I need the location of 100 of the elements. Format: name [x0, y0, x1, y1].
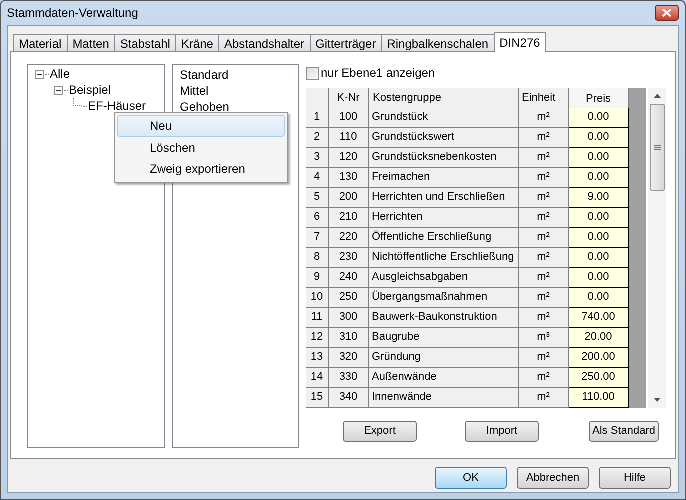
tab[interactable]: Matten	[66, 34, 116, 52]
column-header[interactable]: Kostengruppe	[369, 88, 519, 108]
row-header: 3	[306, 148, 329, 168]
tree-item[interactable]: EF-Häuser	[88, 97, 146, 115]
table-cell: Ausgleichsabgaben	[369, 268, 519, 288]
tab[interactable]: Kräne	[175, 34, 220, 52]
table-cell: m²	[519, 308, 569, 328]
table-cell: 110	[329, 128, 369, 148]
row-header: 15	[306, 388, 329, 408]
table-cell: 300	[329, 308, 369, 328]
list-item[interactable]: Gehoben	[180, 99, 298, 115]
table-cell: Herrichten und Erschließen	[369, 188, 519, 208]
collapse-toggle[interactable]	[35, 70, 44, 78]
table-cell[interactable]: 740.00	[569, 308, 629, 328]
table-button[interactable]: Export	[343, 421, 417, 442]
tree-item[interactable]: Alle	[50, 65, 70, 83]
list-item[interactable]: Standard	[180, 67, 298, 83]
table-cell: m²	[519, 168, 569, 188]
table-cell: Freimachen	[369, 168, 519, 188]
table-cell: Bauwerk-Baukonstruktion	[369, 308, 519, 328]
table-cell: 310	[329, 328, 369, 348]
table-cell: 200	[329, 188, 369, 208]
row-header: 10	[306, 288, 329, 308]
scroll-thumb[interactable]	[650, 104, 664, 191]
table-cell: m²	[519, 208, 569, 228]
row-header: 8	[306, 248, 329, 268]
dialog-button[interactable]: OK	[435, 467, 507, 489]
table-cell: Grundstück	[369, 108, 519, 128]
table-button[interactable]: Import	[465, 421, 539, 442]
table-cell: Öffentliche Erschließung	[369, 228, 519, 248]
table-cell: Baugrube	[369, 328, 519, 348]
tab[interactable]: Abstandshalter	[218, 34, 311, 52]
row-header: 11	[306, 308, 329, 328]
header-cell	[306, 88, 329, 108]
collapse-toggle[interactable]	[54, 86, 63, 94]
tab[interactable]: Stabstahl	[114, 34, 176, 52]
table-cell[interactable]: 0.00	[569, 148, 629, 168]
close-button[interactable]	[655, 5, 679, 21]
table-cell[interactable]: 0.00	[569, 168, 629, 188]
table-cell[interactable]: 9.00	[569, 188, 629, 208]
table-cell: 330	[329, 368, 369, 388]
table-cell: m²	[519, 268, 569, 288]
table-cell: m³	[519, 328, 569, 348]
menu-item[interactable]: Löschen	[117, 136, 285, 158]
table-cell: Übergangsmaßnahmen	[369, 288, 519, 308]
table-cell[interactable]: 110.00	[569, 388, 629, 408]
table-cell: 240	[329, 268, 369, 288]
row-header: 6	[306, 208, 329, 228]
table-cell: Grundstückswert	[369, 128, 519, 148]
table-cell: 220	[329, 228, 369, 248]
table-cell: 130	[329, 168, 369, 188]
table-cell: 230	[329, 248, 369, 268]
row-header: 7	[306, 228, 329, 248]
row-header: 4	[306, 168, 329, 188]
table-cell: Außenwände	[369, 368, 519, 388]
table-cell[interactable]: 0.00	[569, 108, 629, 128]
window-title: Stammdaten-Verwaltung	[7, 5, 138, 22]
table-cell: m²	[519, 248, 569, 268]
table-cell: 100	[329, 108, 369, 128]
menu-item[interactable]: Zweig exportieren	[117, 158, 285, 180]
tree-item[interactable]: Beispiel	[69, 81, 112, 99]
table-cell: 250	[329, 288, 369, 308]
row-header: 12	[306, 328, 329, 348]
table-cell[interactable]: 0.00	[569, 128, 629, 148]
scroll-down-icon[interactable]	[654, 398, 660, 402]
column-header[interactable]: Einheit	[519, 88, 569, 108]
table-cell: m²	[519, 348, 569, 368]
row-header: 2	[306, 128, 329, 148]
table-cell[interactable]: 200.00	[569, 348, 629, 368]
tab[interactable]: Material	[13, 34, 68, 52]
table-cell[interactable]: 20.00	[569, 328, 629, 348]
table-cell[interactable]: 0.00	[569, 248, 629, 268]
scroll-up-icon[interactable]	[654, 94, 660, 98]
tab[interactable]: Ringbalkenschalen	[381, 34, 495, 52]
column-header[interactable]: Preis	[569, 88, 629, 108]
table-cell: m²	[519, 228, 569, 248]
table-cell[interactable]: 0.00	[569, 228, 629, 248]
table-cell: 320	[329, 348, 369, 368]
tab[interactable]: Gitterträger	[310, 34, 382, 52]
tree-connector	[73, 98, 82, 106]
table-cell[interactable]: 0.00	[569, 208, 629, 228]
row-header: 1	[306, 108, 329, 128]
grip-icon	[654, 145, 660, 150]
column-header[interactable]: K-Nr	[329, 88, 369, 108]
table-cell: Grundstücksnebenkosten	[369, 148, 519, 168]
table-cell: m²	[519, 108, 569, 128]
table-cell[interactable]: 0.00	[569, 288, 629, 308]
table-cell: Gründung	[369, 348, 519, 368]
tab[interactable]: DIN276	[494, 32, 546, 52]
dialog-button[interactable]: Abbrechen	[517, 467, 589, 489]
menu-item[interactable]: Neu	[117, 115, 285, 137]
list-item[interactable]: Mittel	[180, 83, 298, 99]
table-cell[interactable]: 250.00	[569, 368, 629, 388]
table-cell[interactable]: 0.00	[569, 268, 629, 288]
dialog-button[interactable]: Hilfe	[599, 467, 671, 489]
scrollbar[interactable]	[648, 88, 666, 408]
table-cell: m²	[519, 388, 569, 408]
close-icon	[662, 9, 672, 17]
table-button[interactable]: Als Standard	[589, 421, 659, 442]
checkbox[interactable]	[306, 66, 319, 80]
